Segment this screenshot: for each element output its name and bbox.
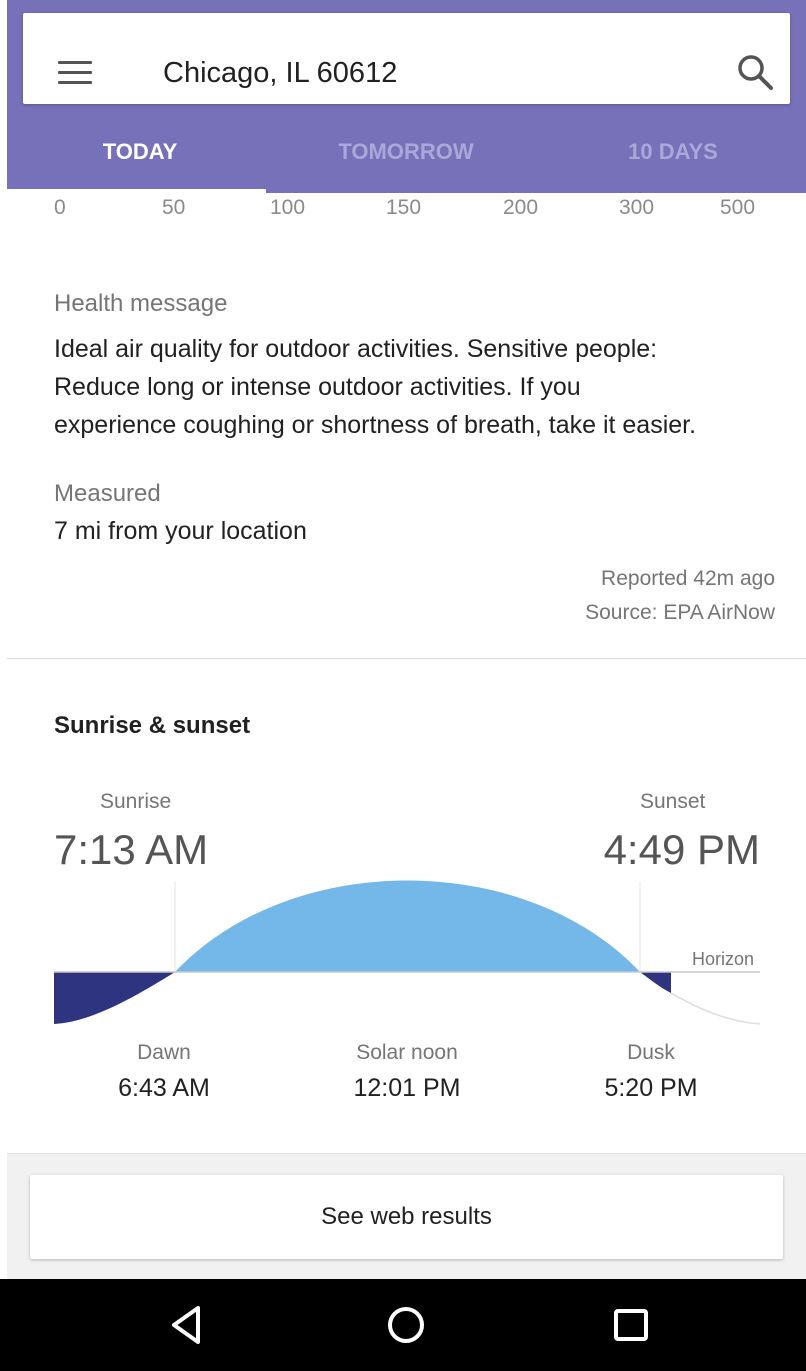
measured-distance: 7 mi from your location <box>54 517 307 545</box>
tab-today[interactable]: TODAY <box>7 130 273 193</box>
recents-square-icon[interactable] <box>600 1299 660 1351</box>
health-message-line: Ideal air quality for outdoor activities… <box>54 335 658 363</box>
sun-path-chart: Horizon <box>54 880 761 1025</box>
daylight-area <box>175 880 640 972</box>
aqi-scale-tick: 300 <box>619 196 655 219</box>
dawn-time: 6:43 AM <box>118 1074 210 1102</box>
location-query[interactable]: Chicago, IL 60612 <box>163 57 397 90</box>
horizon-label: Horizon <box>692 949 754 969</box>
back-triangle-icon[interactable] <box>164 1299 224 1351</box>
tab-10-days[interactable]: 10 DAYS <box>540 130 806 193</box>
section-divider <box>7 658 806 659</box>
dusk-twilight-area <box>640 972 671 993</box>
dawn-label: Dawn <box>137 1041 191 1064</box>
dusk-label: Dusk <box>627 1041 675 1064</box>
android-nav-bar <box>0 1279 806 1371</box>
active-tab-indicator <box>0 189 266 193</box>
health-message-line: Reduce long or intense outdoor activitie… <box>54 373 581 401</box>
reported-time: Reported 42m ago <box>601 567 775 590</box>
aqi-scale-tick: 100 <box>270 196 306 219</box>
tab-tomorrow[interactable]: TOMORROW <box>273 130 539 193</box>
dusk-time: 5:20 PM <box>604 1074 698 1102</box>
search-bar[interactable]: Chicago, IL 60612 <box>23 13 790 104</box>
aqi-scale-tick: 150 <box>386 196 422 219</box>
sunset-label: Sunset <box>640 790 706 813</box>
aqi-scale-tick: 500 <box>720 196 756 219</box>
sunrise-label: Sunrise <box>100 790 172 813</box>
solar-noon-label: Solar noon <box>356 1041 458 1064</box>
sunrise-sunset-title: Sunrise & sunset <box>54 712 251 739</box>
aqi-scale-tick: 0 <box>54 196 66 219</box>
dawn-twilight-area <box>54 972 175 1024</box>
home-circle-icon[interactable] <box>376 1299 436 1351</box>
aqi-scale-tick: 200 <box>503 196 539 219</box>
health-message-label: Health message <box>54 290 228 317</box>
menu-icon[interactable] <box>58 61 92 85</box>
measured-label: Measured <box>54 480 161 507</box>
night-curve <box>670 992 761 1025</box>
app-header: Chicago, IL 60612 TODAY TOMORROW 10 DAYS <box>7 0 806 193</box>
see-web-results-button[interactable]: See web results <box>30 1175 783 1259</box>
aqi-scale-tick: 50 <box>162 196 186 219</box>
solar-noon-time: 12:01 PM <box>353 1074 461 1102</box>
data-source: Source: EPA AirNow <box>585 601 775 624</box>
forecast-tabs: TODAY TOMORROW 10 DAYS <box>7 130 806 193</box>
health-message-line: experience coughing or shortness of brea… <box>54 411 697 439</box>
search-icon[interactable] <box>735 52 775 92</box>
